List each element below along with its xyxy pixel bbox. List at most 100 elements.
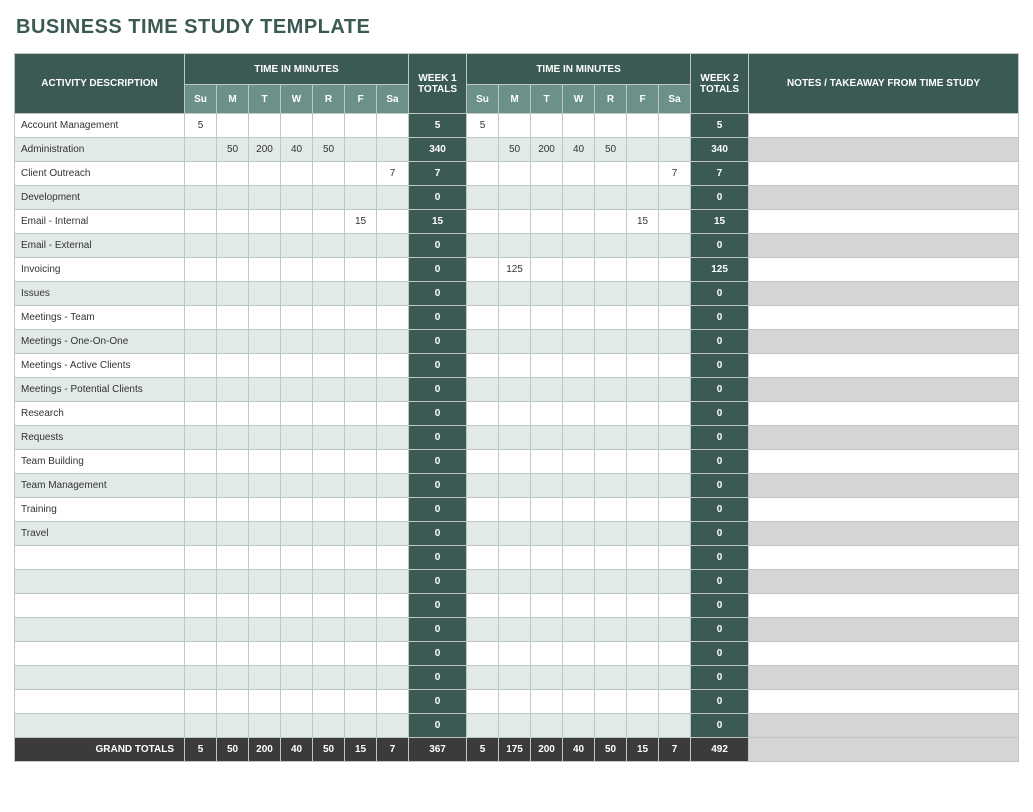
minutes-cell[interactable] bbox=[563, 642, 595, 666]
minutes-cell[interactable] bbox=[313, 210, 345, 234]
notes-cell[interactable] bbox=[749, 258, 1019, 282]
activity-label[interactable]: Travel bbox=[15, 522, 185, 546]
minutes-cell[interactable]: 200 bbox=[249, 138, 281, 162]
minutes-cell[interactable] bbox=[217, 498, 249, 522]
minutes-cell[interactable] bbox=[467, 690, 499, 714]
minutes-cell[interactable] bbox=[467, 186, 499, 210]
minutes-cell[interactable] bbox=[249, 642, 281, 666]
minutes-cell[interactable] bbox=[499, 378, 531, 402]
minutes-cell[interactable] bbox=[185, 546, 217, 570]
minutes-cell[interactable] bbox=[249, 546, 281, 570]
minutes-cell[interactable] bbox=[281, 450, 313, 474]
minutes-cell[interactable] bbox=[595, 234, 627, 258]
minutes-cell[interactable] bbox=[467, 234, 499, 258]
activity-label[interactable] bbox=[15, 546, 185, 570]
minutes-cell[interactable] bbox=[531, 666, 563, 690]
minutes-cell[interactable] bbox=[499, 570, 531, 594]
notes-cell[interactable] bbox=[749, 402, 1019, 426]
minutes-cell[interactable] bbox=[281, 426, 313, 450]
minutes-cell[interactable] bbox=[563, 354, 595, 378]
minutes-cell[interactable] bbox=[281, 546, 313, 570]
minutes-cell[interactable] bbox=[185, 210, 217, 234]
minutes-cell[interactable] bbox=[595, 666, 627, 690]
minutes-cell[interactable] bbox=[531, 282, 563, 306]
minutes-cell[interactable] bbox=[185, 234, 217, 258]
minutes-cell[interactable] bbox=[249, 258, 281, 282]
minutes-cell[interactable] bbox=[563, 330, 595, 354]
minutes-cell[interactable] bbox=[659, 570, 691, 594]
minutes-cell[interactable] bbox=[377, 594, 409, 618]
notes-cell[interactable] bbox=[749, 474, 1019, 498]
minutes-cell[interactable] bbox=[217, 162, 249, 186]
minutes-cell[interactable] bbox=[377, 426, 409, 450]
minutes-cell[interactable] bbox=[467, 402, 499, 426]
minutes-cell[interactable]: 50 bbox=[595, 138, 627, 162]
minutes-cell[interactable] bbox=[281, 234, 313, 258]
minutes-cell[interactable] bbox=[185, 570, 217, 594]
minutes-cell[interactable] bbox=[217, 258, 249, 282]
minutes-cell[interactable] bbox=[659, 522, 691, 546]
minutes-cell[interactable] bbox=[595, 186, 627, 210]
minutes-cell[interactable] bbox=[659, 402, 691, 426]
minutes-cell[interactable] bbox=[281, 186, 313, 210]
minutes-cell[interactable] bbox=[345, 666, 377, 690]
minutes-cell[interactable] bbox=[467, 426, 499, 450]
minutes-cell[interactable] bbox=[313, 522, 345, 546]
minutes-cell[interactable] bbox=[499, 594, 531, 618]
minutes-cell[interactable] bbox=[627, 546, 659, 570]
minutes-cell[interactable] bbox=[281, 642, 313, 666]
minutes-cell[interactable] bbox=[345, 186, 377, 210]
minutes-cell[interactable] bbox=[281, 474, 313, 498]
minutes-cell[interactable] bbox=[627, 162, 659, 186]
minutes-cell[interactable] bbox=[563, 402, 595, 426]
minutes-cell[interactable] bbox=[499, 522, 531, 546]
notes-cell[interactable] bbox=[749, 690, 1019, 714]
minutes-cell[interactable] bbox=[313, 282, 345, 306]
minutes-cell[interactable] bbox=[531, 474, 563, 498]
minutes-cell[interactable] bbox=[531, 354, 563, 378]
minutes-cell[interactable] bbox=[467, 138, 499, 162]
activity-label[interactable] bbox=[15, 642, 185, 666]
minutes-cell[interactable] bbox=[563, 378, 595, 402]
minutes-cell[interactable] bbox=[499, 186, 531, 210]
minutes-cell[interactable] bbox=[467, 594, 499, 618]
minutes-cell[interactable] bbox=[377, 450, 409, 474]
minutes-cell[interactable] bbox=[185, 642, 217, 666]
minutes-cell[interactable] bbox=[499, 450, 531, 474]
minutes-cell[interactable] bbox=[627, 402, 659, 426]
minutes-cell[interactable] bbox=[217, 546, 249, 570]
minutes-cell[interactable] bbox=[563, 570, 595, 594]
minutes-cell[interactable] bbox=[185, 522, 217, 546]
minutes-cell[interactable] bbox=[217, 474, 249, 498]
minutes-cell[interactable] bbox=[595, 618, 627, 642]
minutes-cell[interactable] bbox=[345, 714, 377, 738]
minutes-cell[interactable] bbox=[627, 258, 659, 282]
minutes-cell[interactable] bbox=[345, 642, 377, 666]
minutes-cell[interactable] bbox=[563, 234, 595, 258]
minutes-cell[interactable] bbox=[217, 114, 249, 138]
minutes-cell[interactable] bbox=[313, 546, 345, 570]
minutes-cell[interactable] bbox=[595, 210, 627, 234]
minutes-cell[interactable] bbox=[377, 546, 409, 570]
minutes-cell[interactable] bbox=[531, 498, 563, 522]
minutes-cell[interactable] bbox=[249, 666, 281, 690]
minutes-cell[interactable] bbox=[563, 618, 595, 642]
minutes-cell[interactable] bbox=[217, 426, 249, 450]
minutes-cell[interactable] bbox=[185, 402, 217, 426]
minutes-cell[interactable] bbox=[531, 234, 563, 258]
minutes-cell[interactable] bbox=[313, 186, 345, 210]
minutes-cell[interactable] bbox=[377, 642, 409, 666]
minutes-cell[interactable] bbox=[217, 570, 249, 594]
minutes-cell[interactable] bbox=[499, 162, 531, 186]
minutes-cell[interactable]: 200 bbox=[531, 138, 563, 162]
minutes-cell[interactable] bbox=[659, 690, 691, 714]
minutes-cell[interactable] bbox=[531, 210, 563, 234]
minutes-cell[interactable] bbox=[345, 162, 377, 186]
minutes-cell[interactable] bbox=[185, 450, 217, 474]
notes-cell[interactable] bbox=[749, 498, 1019, 522]
minutes-cell[interactable] bbox=[377, 138, 409, 162]
minutes-cell[interactable] bbox=[499, 474, 531, 498]
minutes-cell[interactable] bbox=[377, 690, 409, 714]
minutes-cell[interactable] bbox=[627, 330, 659, 354]
minutes-cell[interactable] bbox=[249, 522, 281, 546]
